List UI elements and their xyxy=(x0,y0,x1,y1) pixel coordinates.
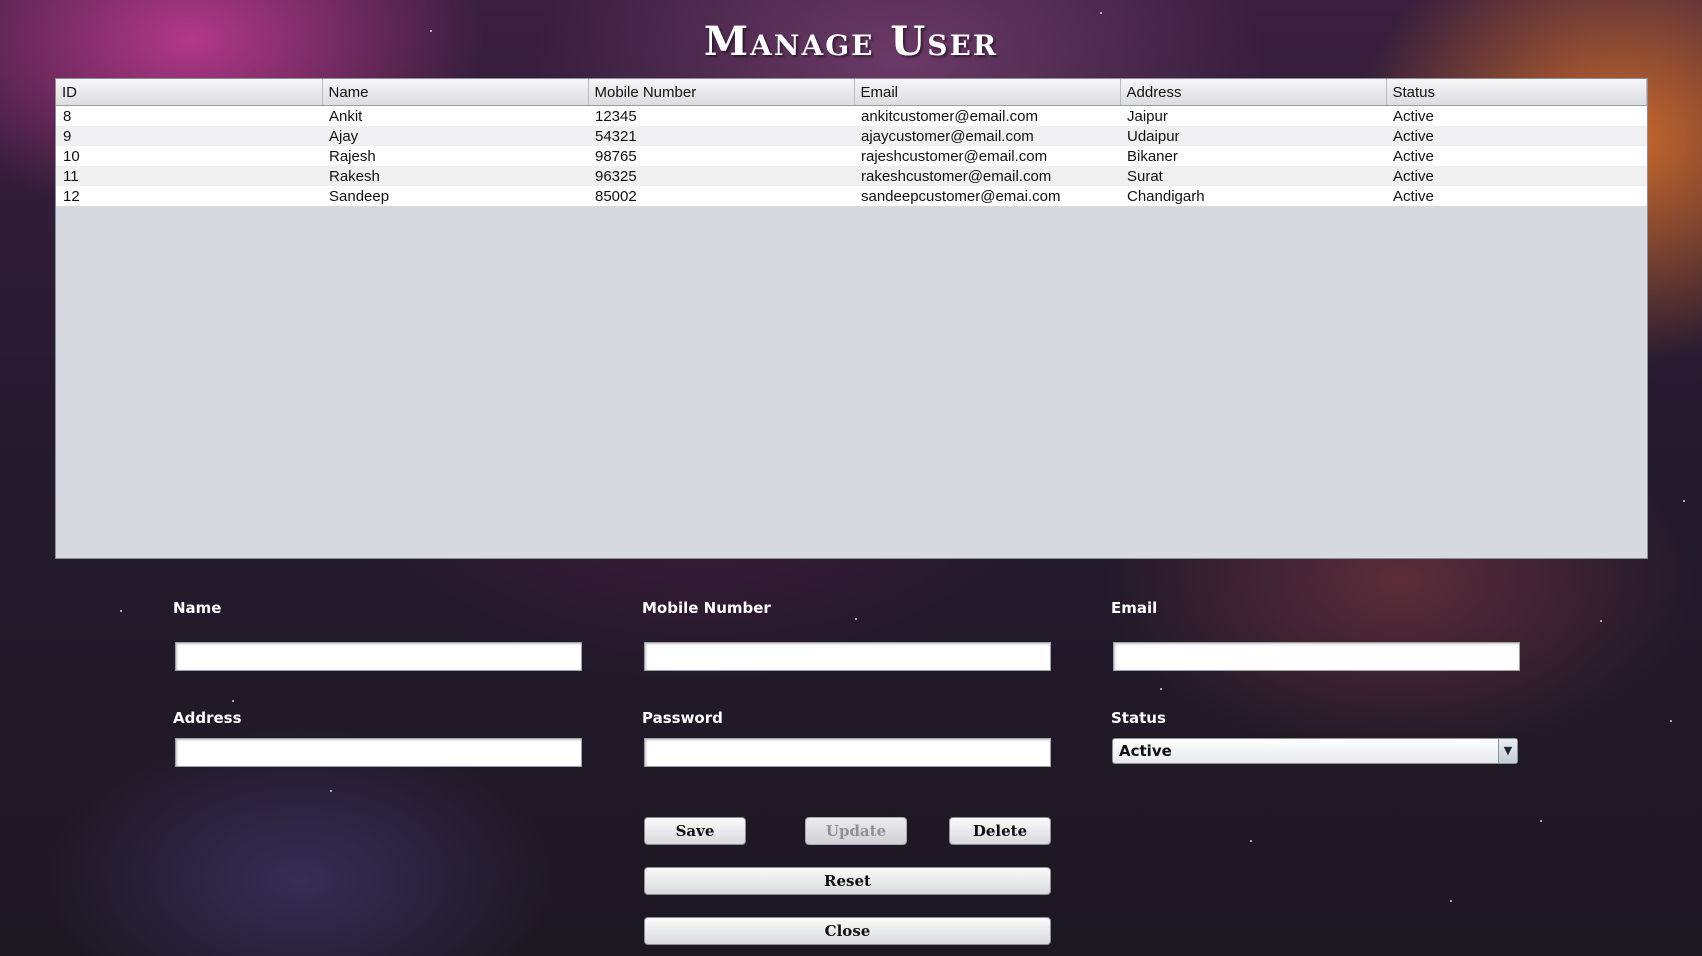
name-label: Name xyxy=(173,599,222,617)
cell-name: Rakesh xyxy=(322,166,588,186)
update-button[interactable]: Update xyxy=(805,817,907,845)
cell-address: Bikaner xyxy=(1120,146,1386,166)
cell-address: Surat xyxy=(1120,166,1386,186)
table-row[interactable]: 10 Rajesh 98765 rajeshcustomer@email.com… xyxy=(56,146,1647,166)
cell-status: Active xyxy=(1386,166,1647,186)
table-row[interactable]: 12 Sandeep 85002 sandeepcustomer@emai.co… xyxy=(56,186,1647,206)
table-row[interactable]: 8 Ankit 12345 ankitcustomer@email.com Ja… xyxy=(56,105,1647,126)
cell-mobile: 12345 xyxy=(588,105,854,126)
cell-address: Jaipur xyxy=(1120,105,1386,126)
status-select[interactable]: Active ▼ xyxy=(1112,738,1518,764)
cell-email: ajaycustomer@email.com xyxy=(854,126,1120,146)
table-header-row: ID Name Mobile Number Email Address Stat… xyxy=(56,79,1647,106)
cell-email: rajeshcustomer@email.com xyxy=(854,146,1120,166)
column-header-email[interactable]: Email xyxy=(854,79,1121,106)
table-row[interactable]: 11 Rakesh 96325 rakeshcustomer@email.com… xyxy=(56,166,1647,186)
cell-name: Sandeep xyxy=(322,186,588,206)
users-table[interactable]: ID Name Mobile Number Email Address Stat… xyxy=(55,78,1648,559)
cell-address: Chandigarh xyxy=(1120,186,1386,206)
cell-mobile: 96325 xyxy=(588,166,854,186)
cell-status: Active xyxy=(1386,126,1647,146)
cell-address: Udaipur xyxy=(1120,126,1386,146)
email-label: Email xyxy=(1111,599,1158,617)
password-label: Password xyxy=(642,709,723,727)
column-header-address[interactable]: Address xyxy=(1120,79,1387,106)
name-field[interactable] xyxy=(175,642,582,671)
save-button[interactable]: Save xyxy=(644,817,746,845)
cell-mobile: 85002 xyxy=(588,186,854,206)
cell-mobile: 54321 xyxy=(588,126,854,146)
status-selected-value: Active xyxy=(1119,742,1172,760)
delete-button[interactable]: Delete xyxy=(949,817,1051,845)
page-title: Manage User xyxy=(703,18,999,65)
cell-mobile: 98765 xyxy=(588,146,854,166)
column-header-name[interactable]: Name xyxy=(322,79,589,106)
cell-id: 12 xyxy=(56,186,322,206)
column-header-status[interactable]: Status xyxy=(1386,79,1647,106)
status-label: Status xyxy=(1111,709,1166,727)
close-button[interactable]: Close xyxy=(644,917,1051,945)
email-field[interactable] xyxy=(1113,642,1520,671)
column-header-mobile[interactable]: Mobile Number xyxy=(588,79,855,106)
cell-status: Active xyxy=(1386,186,1647,206)
cell-status: Active xyxy=(1386,146,1647,166)
chevron-down-icon[interactable]: ▼ xyxy=(1498,739,1517,763)
cell-name: Ajay xyxy=(322,126,588,146)
column-header-id[interactable]: ID xyxy=(56,79,323,106)
cell-id: 9 xyxy=(56,126,322,146)
cell-status: Active xyxy=(1386,105,1647,126)
mobile-number-field[interactable] xyxy=(644,642,1051,671)
cell-id: 11 xyxy=(56,166,322,186)
cell-email: sandeepcustomer@emai.com xyxy=(854,186,1120,206)
password-field[interactable] xyxy=(644,738,1051,767)
cell-name: Rajesh xyxy=(322,146,588,166)
reset-button[interactable]: Reset xyxy=(644,867,1051,895)
cell-id: 8 xyxy=(56,105,322,126)
cell-id: 10 xyxy=(56,146,322,166)
address-label: Address xyxy=(173,709,242,727)
mobile-number-label: Mobile Number xyxy=(642,599,771,617)
table-row[interactable]: 9 Ajay 54321 ajaycustomer@email.com Udai… xyxy=(56,126,1647,146)
cell-email: ankitcustomer@email.com xyxy=(854,105,1120,126)
cell-name: Ankit xyxy=(322,105,588,126)
cell-email: rakeshcustomer@email.com xyxy=(854,166,1120,186)
address-field[interactable] xyxy=(175,738,582,767)
